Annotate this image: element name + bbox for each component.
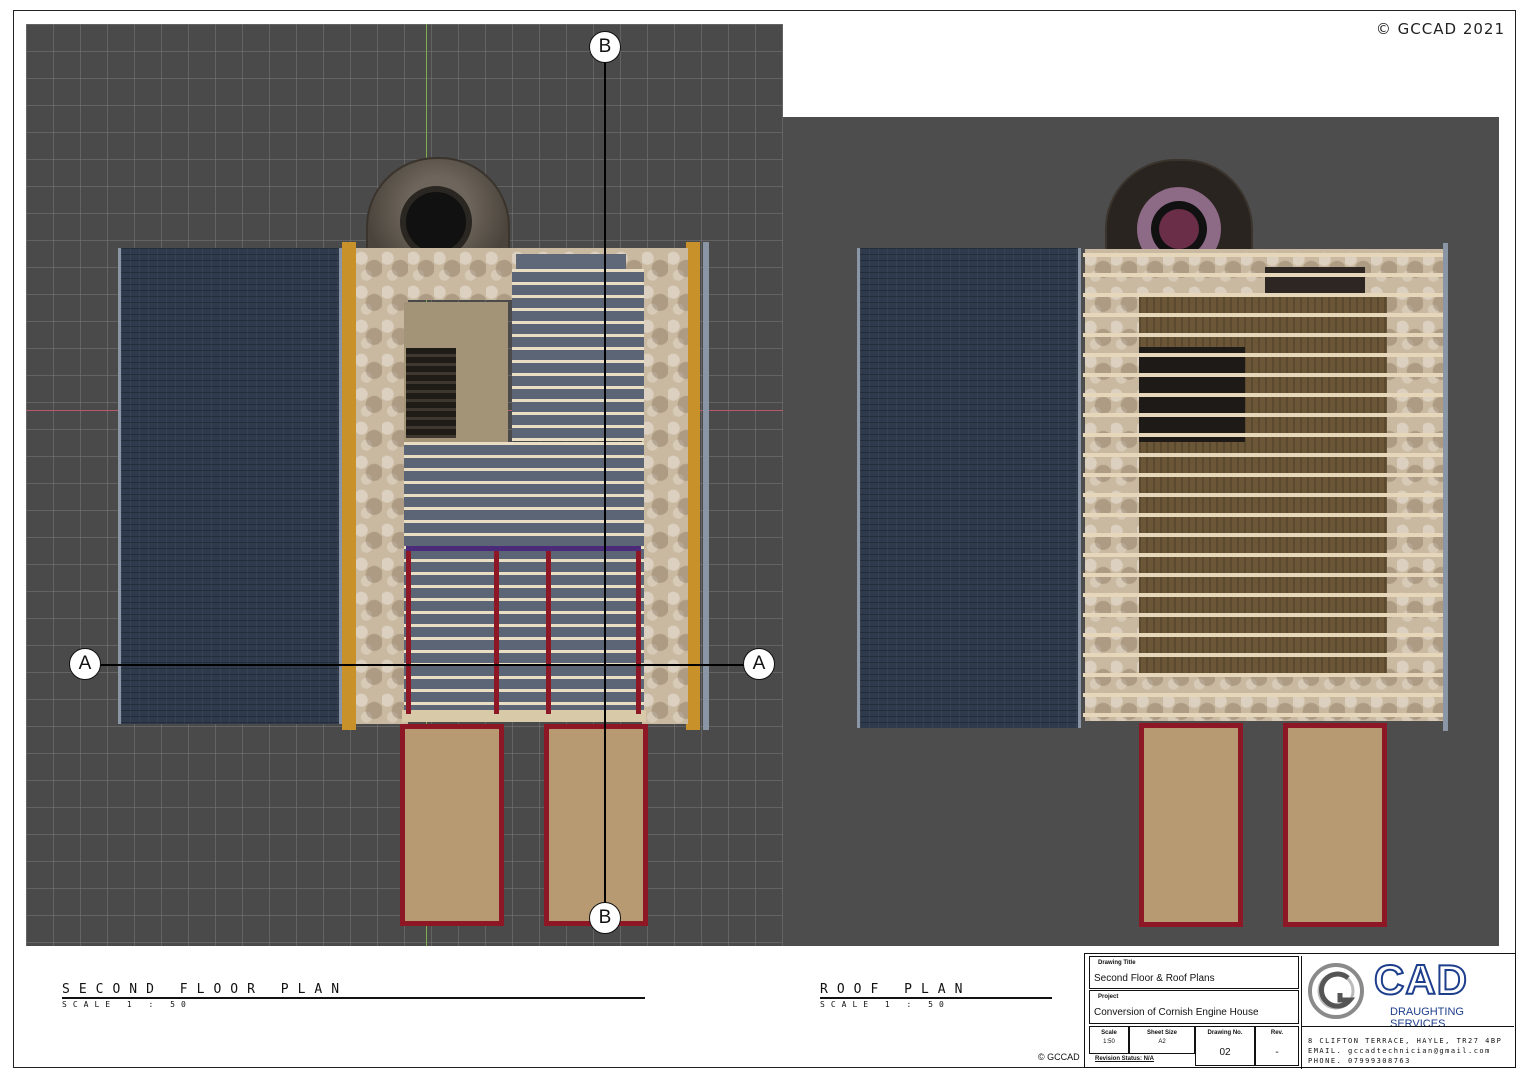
section-marker-a-right: A <box>743 648 775 680</box>
chimney-flue <box>406 192 466 252</box>
sheet-size-cell: Sheet Size A2 <box>1129 1026 1195 1054</box>
scale-label: Scale <box>1101 1030 1117 1036</box>
porch-beam <box>406 546 641 551</box>
scale-value: 1:50 <box>1103 1039 1115 1045</box>
footer-copyright: © GCCAD <box>1038 1052 1080 1062</box>
plan-title-underline-roof <box>820 997 1052 999</box>
project-value: Conversion of Cornish Engine House <box>1094 1007 1259 1018</box>
second-floor-plan-view <box>26 24 783 946</box>
plan-scale-roof: SCALE 1 : 50 <box>820 1000 950 1009</box>
rev-label: Rev. <box>1270 1030 1284 1036</box>
plan-title-underline-second-floor <box>62 997 645 999</box>
porch-post-3 <box>546 549 551 714</box>
section-marker-a-left: A <box>69 648 101 680</box>
company-phone: PHONE. 07999308763 <box>1308 1057 1411 1065</box>
roof-left-wing <box>857 248 1081 728</box>
upper-landing-floor <box>512 269 644 441</box>
company-address: 8 CLIFTON TERRACE, HAYLE, TR27 4BP <box>1308 1037 1503 1045</box>
plan-title-roof: ROOF PLAN <box>820 982 972 997</box>
spiral-stair <box>406 348 456 438</box>
floor-edge-strip <box>402 710 646 722</box>
company-email: EMAIL. gccadtechnician@gmail.com <box>1308 1047 1491 1055</box>
project-cell: Project Conversion of Cornish Engine Hou… <box>1089 990 1299 1024</box>
porch-post-2 <box>494 549 499 714</box>
drawing-title-cell: Drawing Title Second Floor & Roof Plans <box>1089 956 1299 989</box>
porch-right <box>544 724 648 926</box>
rev-cell: Rev. - <box>1255 1026 1299 1066</box>
roof-porch-right <box>1283 723 1387 927</box>
drawing-no-label: Drawing No. <box>1207 1030 1243 1036</box>
section-marker-b-top: B <box>589 31 621 63</box>
right-roof-edge <box>703 242 709 730</box>
company-logo-block: CAD DRAUGHTING SERVICES <box>1301 955 1514 1030</box>
scale-cell: Scale 1:50 <box>1089 1026 1129 1054</box>
drawing-title-label: Drawing Title <box>1098 960 1136 966</box>
plan-scale-second-floor: SCALE 1 : 50 <box>62 1000 192 1009</box>
copyright-notice: © GCCAD 2021 <box>1375 20 1505 38</box>
project-label: Project <box>1098 994 1119 1000</box>
roof-right-edge <box>1443 243 1448 731</box>
roof-porch-left <box>1139 723 1243 927</box>
main-floor-area <box>404 442 644 712</box>
revision-status: Revision Status: N/A <box>1095 1056 1155 1062</box>
drawing-title-value: Second Floor & Roof Plans <box>1094 973 1215 984</box>
left-stone-wall <box>356 248 408 724</box>
title-block: Drawing Title Second Floor & Roof Plans … <box>1084 953 1516 1069</box>
sheet-size-value: A2 <box>1158 1039 1166 1045</box>
porch-left <box>400 724 504 926</box>
company-address-block: 8 CLIFTON TERRACE, HAYLE, TR27 4BP EMAIL… <box>1301 1026 1514 1069</box>
sheet-size-label: Sheet Size <box>1146 1030 1177 1036</box>
section-marker-b-bottom: B <box>589 902 621 934</box>
right-wall-timber <box>686 242 700 730</box>
company-logo-seal-icon <box>1308 963 1364 1019</box>
porch-post-4 <box>636 549 641 714</box>
porch-post-1 <box>406 549 411 714</box>
section-line-a <box>86 664 758 666</box>
company-logo-text: CAD <box>1373 955 1468 1004</box>
roof-purlins <box>1083 253 1443 721</box>
roof-plan-view <box>783 117 1499 946</box>
plan-title-second-floor: SECOND FLOOR PLAN <box>62 982 349 997</box>
left-roof-wing <box>118 248 342 724</box>
right-stone-wall <box>642 248 688 724</box>
section-line-b <box>604 48 606 918</box>
drawing-no-value: 02 <box>1219 1047 1231 1058</box>
drawing-no-cell: Drawing No. 02 <box>1195 1026 1255 1066</box>
rev-value: - <box>1275 1047 1279 1058</box>
left-wall-timber <box>342 242 356 730</box>
